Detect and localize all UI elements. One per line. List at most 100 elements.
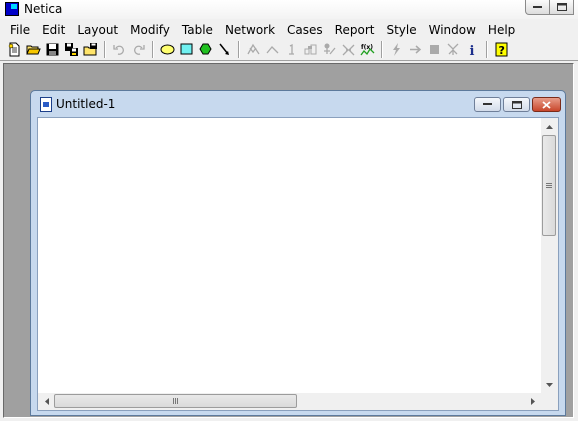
decision-node-icon xyxy=(180,43,193,55)
document-window[interactable]: Untitled-1 xyxy=(30,90,566,416)
save-button[interactable] xyxy=(43,41,62,59)
undo-icon xyxy=(113,45,124,55)
save-icon xyxy=(46,43,59,56)
menu-modify[interactable]: Modify xyxy=(124,21,176,39)
document-close-button[interactable] xyxy=(532,97,561,112)
open-folder-icon xyxy=(83,43,97,56)
chevron-right-icon xyxy=(530,398,535,405)
scroll-down-button[interactable] xyxy=(541,376,558,393)
menu-window[interactable]: Window xyxy=(423,21,482,39)
uncompile-button[interactable] xyxy=(263,41,282,59)
toolbar-separator xyxy=(104,41,106,58)
minimize-button[interactable] xyxy=(525,0,550,15)
menu-edit[interactable]: Edit xyxy=(36,21,71,39)
remove-finding-button[interactable] xyxy=(320,41,339,59)
toolbar-separator xyxy=(238,41,240,58)
equation-button[interactable]: f(x) xyxy=(358,41,377,59)
menu-table[interactable]: Table xyxy=(176,21,219,39)
network-canvas[interactable] xyxy=(37,117,559,411)
toolbar-separator xyxy=(486,41,488,58)
toolbar-separator xyxy=(152,41,154,58)
sensitivity-button[interactable] xyxy=(339,41,358,59)
scroll-right-button[interactable] xyxy=(524,393,541,410)
sensitivity-icon xyxy=(342,44,355,56)
menu-bar: File Edit Layout Modify Table Network Ca… xyxy=(0,21,578,39)
info-icon: i xyxy=(470,44,475,57)
restore-icon xyxy=(511,100,522,109)
nature-node-button[interactable] xyxy=(158,41,177,59)
menu-help[interactable]: Help xyxy=(482,21,521,39)
open-icon xyxy=(26,45,41,55)
document-restore-button[interactable] xyxy=(503,97,530,112)
app-title-bar[interactable]: Netica xyxy=(0,0,578,19)
help-button[interactable]: ? xyxy=(492,41,511,59)
horizontal-scrollbar[interactable] xyxy=(38,393,541,410)
black-square-icon xyxy=(430,45,439,54)
chevron-up-icon xyxy=(546,124,553,129)
info-button[interactable]: i xyxy=(463,41,482,59)
vertical-scroll-thumb[interactable] xyxy=(542,135,556,236)
netica-app-icon xyxy=(5,2,19,16)
help-icon: ? xyxy=(495,42,508,57)
black-square-button[interactable] xyxy=(425,41,444,59)
toolbar-separator xyxy=(381,41,383,58)
minimize-icon xyxy=(533,5,542,8)
maximize-icon xyxy=(556,3,567,11)
horizontal-scroll-thumb[interactable] xyxy=(54,394,297,408)
svg-text:?: ? xyxy=(499,44,505,57)
open-button[interactable] xyxy=(24,41,43,59)
mdi-workspace: Untitled-1 xyxy=(3,63,574,418)
junction-icon xyxy=(447,43,459,55)
enter-finding-icon xyxy=(289,43,294,55)
scroll-left-button[interactable] xyxy=(38,393,55,410)
menu-style[interactable]: Style xyxy=(380,21,422,39)
document-title-bar[interactable]: Untitled-1 xyxy=(31,91,565,115)
undo-button[interactable] xyxy=(110,41,129,59)
svg-text:i: i xyxy=(470,44,475,57)
compile-icon xyxy=(247,43,260,55)
menu-cases[interactable]: Cases xyxy=(281,21,329,39)
new-icon xyxy=(8,42,20,57)
arrow-right-button[interactable] xyxy=(406,41,425,59)
document-icon xyxy=(40,97,52,112)
decision-node-button[interactable] xyxy=(177,41,196,59)
menu-file[interactable]: File xyxy=(0,21,36,39)
menu-report[interactable]: Report xyxy=(329,21,381,39)
menu-layout[interactable]: Layout xyxy=(71,21,124,39)
document-minimize-button[interactable] xyxy=(474,97,501,112)
nature-node-icon xyxy=(160,44,175,55)
compile-button[interactable] xyxy=(244,41,263,59)
junction-button[interactable] xyxy=(444,41,463,59)
menu-network[interactable]: Network xyxy=(219,21,281,39)
save-as-button[interactable] xyxy=(62,41,81,59)
enter-finding-button[interactable] xyxy=(282,41,301,59)
scroll-corner xyxy=(541,393,558,410)
minimize-icon xyxy=(483,103,492,105)
arrow-tool-button[interactable] xyxy=(215,41,234,59)
chevron-down-icon xyxy=(546,382,553,387)
open-folder-button[interactable] xyxy=(81,41,100,59)
document-title: Untitled-1 xyxy=(56,97,116,111)
redo-icon xyxy=(134,45,145,55)
save-as-icon xyxy=(65,43,78,56)
arrow-right-icon xyxy=(410,45,422,54)
window-controls xyxy=(525,0,574,15)
maximize-button[interactable] xyxy=(549,0,574,15)
utility-node-button[interactable] xyxy=(196,41,215,59)
scroll-up-button[interactable] xyxy=(541,118,558,135)
lightning-button[interactable] xyxy=(387,41,406,59)
vertical-scrollbar[interactable] xyxy=(541,118,558,393)
arrow-tool-icon xyxy=(219,43,229,55)
grip-icon xyxy=(173,398,178,404)
app-title: Netica xyxy=(24,2,63,16)
document-window-controls xyxy=(472,97,561,112)
grip-icon xyxy=(546,183,552,188)
utility-node-icon xyxy=(199,43,212,55)
equation-icon: f(x) xyxy=(360,44,375,56)
close-icon xyxy=(542,100,551,109)
redo-button[interactable] xyxy=(129,41,148,59)
new-button[interactable] xyxy=(5,41,24,59)
lightning-icon xyxy=(393,43,400,56)
absorb-button[interactable] xyxy=(301,41,320,59)
absorb-icon xyxy=(304,44,317,55)
